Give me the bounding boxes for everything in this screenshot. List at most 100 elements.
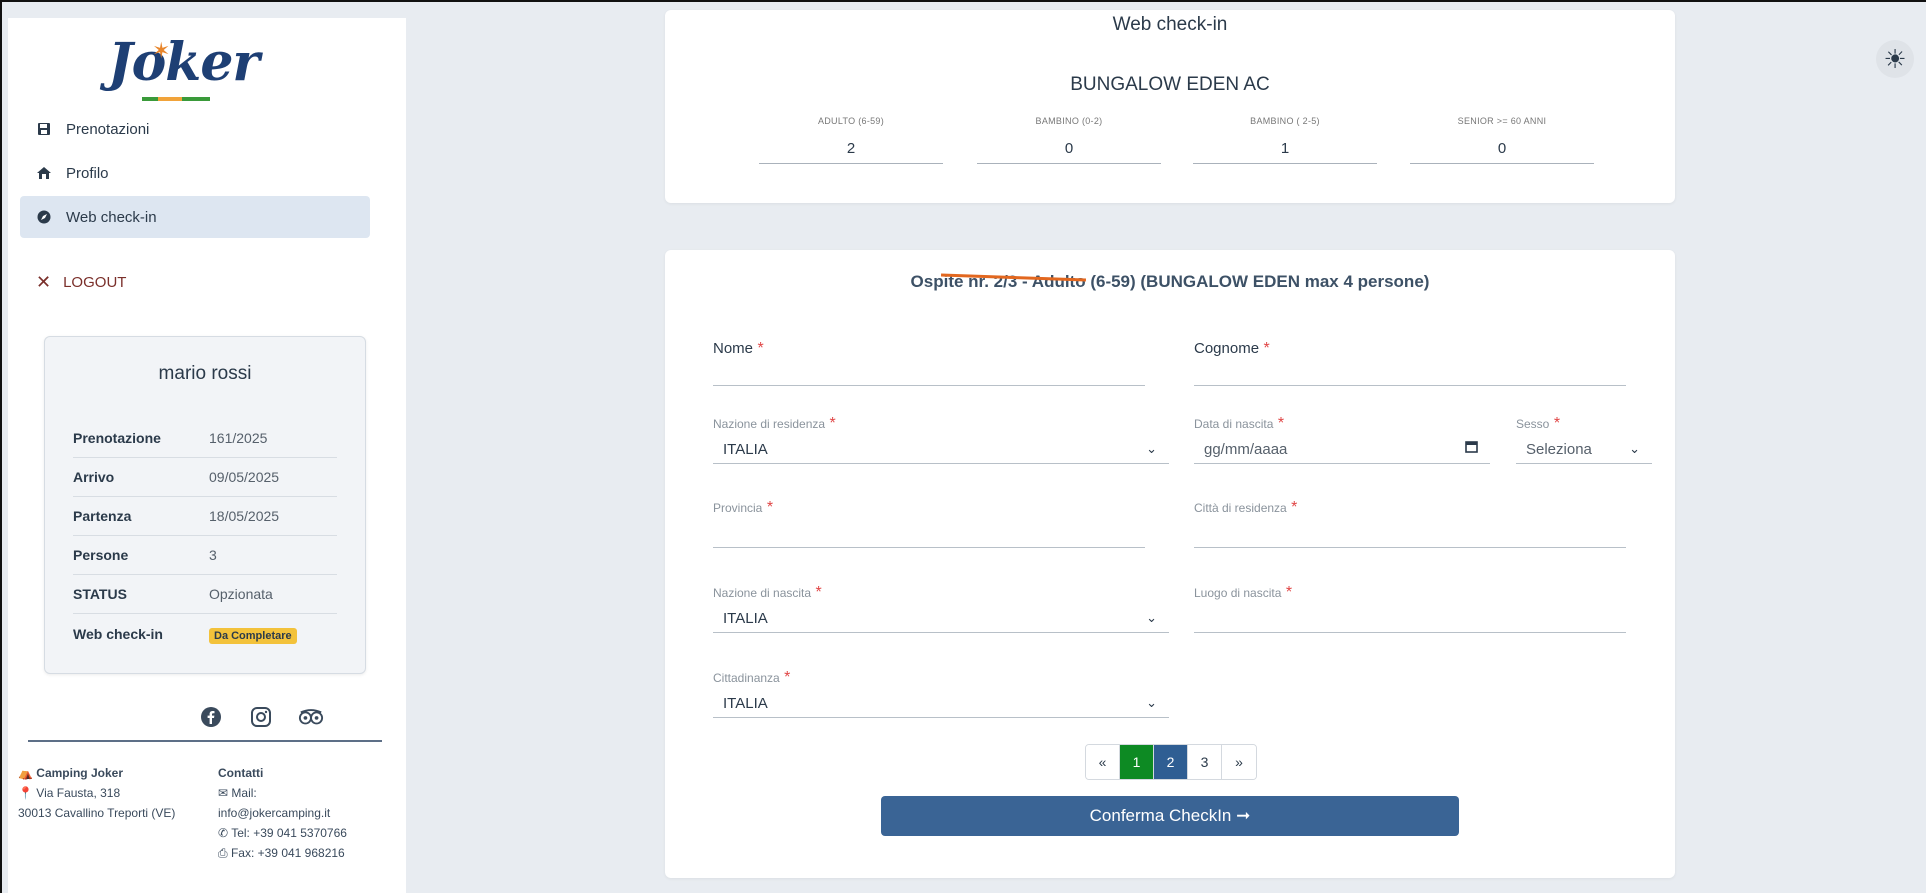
- occupant-senior: SENIOR >= 60 ANNI 0: [1410, 116, 1594, 164]
- info-key: Persone: [73, 547, 129, 563]
- pager-prev[interactable]: «: [1086, 745, 1120, 779]
- user-card: mario rossi Prenotazione 161/2025 Arrivo…: [44, 336, 366, 674]
- phone-icon: ✆: [218, 826, 229, 840]
- status-badge: Da Completare: [209, 627, 297, 644]
- field-underline: [1194, 463, 1490, 464]
- cognome-field[interactable]: Cognome *: [1194, 340, 1626, 386]
- occupant-value: 0: [1410, 140, 1594, 164]
- nazione-residenza-select[interactable]: Nazione di residenza * ITALIA ⌄: [713, 415, 1169, 465]
- select-value: ITALIA: [723, 441, 768, 458]
- data-nascita-input[interactable]: Data di nascita * gg/mm/aaaa: [1194, 415, 1490, 465]
- occupant-adulto: ADULTO (6-59) 2: [759, 116, 943, 164]
- info-row-web-checkin: Web check-in Da Completare: [73, 614, 337, 653]
- occupant-bambino-0-2: BAMBINO (0-2) 0: [977, 116, 1161, 164]
- sidebar-item-web-checkin[interactable]: Web check-in: [20, 196, 370, 238]
- tripadvisor-icon[interactable]: [298, 704, 324, 730]
- camping-title: ⛺ Camping Joker: [18, 766, 123, 780]
- citta-residenza-field[interactable]: Città di residenza *: [1194, 499, 1626, 555]
- checkin-summary-card: Web check-in BUNGALOW EDEN AC ADULTO (6-…: [665, 10, 1675, 203]
- field-underline: [1516, 463, 1652, 464]
- tent-icon: ⛺: [18, 766, 33, 780]
- info-row-prenotazione: Prenotazione 161/2025: [73, 419, 337, 458]
- occupant-label: BAMBINO (0-2): [1035, 116, 1103, 126]
- booking-info-table: Prenotazione 161/2025 Arrivo 09/05/2025 …: [73, 419, 337, 653]
- info-key: Prenotazione: [73, 430, 161, 446]
- sidebar-item-label: Prenotazioni: [66, 120, 150, 138]
- info-key: Web check-in: [73, 625, 163, 642]
- sidebar-item-prenotazioni[interactable]: Prenotazioni: [20, 108, 370, 150]
- select-value: Seleziona: [1526, 441, 1592, 458]
- field-underline: [1194, 547, 1626, 548]
- close-icon: ✕: [36, 272, 52, 292]
- home-icon: [36, 165, 52, 181]
- info-value: 3: [209, 547, 217, 563]
- pager-next[interactable]: »: [1222, 745, 1256, 779]
- field-label: Città di residenza: [1194, 501, 1287, 515]
- field-underline: [1194, 385, 1626, 386]
- pager-page-3[interactable]: 3: [1188, 745, 1222, 779]
- provincia-field[interactable]: Provincia *: [713, 499, 1145, 555]
- info-key: STATUS: [73, 586, 127, 602]
- field-underline: [713, 632, 1169, 633]
- info-row-partenza: Partenza 18/05/2025: [73, 497, 337, 536]
- info-row-arrivo: Arrivo 09/05/2025: [73, 458, 337, 497]
- info-key: Arrivo: [73, 469, 115, 485]
- contacts-title: Contatti: [218, 766, 264, 780]
- field-label: Sesso: [1516, 417, 1550, 431]
- info-value: 161/2025: [209, 430, 268, 446]
- sesso-select[interactable]: Sesso * Seleziona ⌄: [1516, 415, 1652, 465]
- fax-row: ⎙ Fax: +39 041 968216: [218, 846, 345, 860]
- required-mark: *: [1553, 415, 1561, 432]
- luogo-nascita-field[interactable]: Luogo di nascita *: [1194, 584, 1626, 634]
- logout-button[interactable]: ✕ LOGOUT: [36, 272, 126, 293]
- sidebar-item-label: Web check-in: [66, 208, 157, 226]
- address-line2: 30013 Cavallino Treporti (VE): [18, 806, 176, 820]
- required-mark: *: [784, 669, 791, 686]
- user-name: mario rossi: [158, 363, 252, 384]
- occupant-bambino-2-5: BAMBINO ( 2-5) 1: [1193, 116, 1377, 164]
- joker-logo[interactable]: Joker ✶: [108, 32, 260, 101]
- chevron-down-icon: ⌄: [1146, 695, 1157, 710]
- occupant-value: 1: [1193, 140, 1377, 164]
- tel-row[interactable]: ✆ Tel: +39 041 5370766: [218, 823, 398, 843]
- pager-page-1[interactable]: 1: [1120, 745, 1154, 779]
- field-label: Cognome: [1194, 340, 1260, 357]
- confirm-checkin-button[interactable]: Conferma CheckIn ➞: [881, 796, 1459, 836]
- select-value: ITALIA: [723, 610, 768, 627]
- theme-toggle-button[interactable]: ☀: [1876, 40, 1914, 78]
- logo-word: Joker: [108, 32, 260, 93]
- guest-title: Ospite nr. 2/3 - Adulto (6-59) (BUNGALOW…: [910, 272, 1430, 291]
- select-value: ITALIA: [723, 695, 768, 712]
- map-pin-icon: 📍: [18, 786, 33, 800]
- facebook-icon[interactable]: [198, 704, 224, 730]
- sidebar-item-label: Profilo: [66, 164, 109, 182]
- logout-label: LOGOUT: [63, 274, 127, 291]
- mail-link[interactable]: info@jokercamping.it: [218, 803, 398, 823]
- guest-form-card: Ospite nr. 2/3 - Adulto (6-59) (BUNGALOW…: [665, 250, 1675, 878]
- contacts: Contatti ✉ Mail: info@jokercamping.it ✆ …: [218, 763, 398, 863]
- pager-page-2[interactable]: 2: [1154, 745, 1188, 779]
- field-label: Luogo di nascita: [1194, 586, 1282, 600]
- required-mark: *: [815, 584, 822, 601]
- info-row-persone: Persone 3: [73, 536, 337, 575]
- field-label: Cittadinanza: [713, 671, 780, 685]
- star-icon: ✶: [152, 38, 171, 63]
- occupant-label: ADULTO (6-59): [817, 116, 885, 126]
- info-row-status: STATUS Opzionata: [73, 575, 337, 614]
- social-links: [198, 704, 324, 730]
- calendar-icon[interactable]: [1465, 440, 1478, 456]
- required-mark: *: [1291, 499, 1298, 516]
- nazione-nascita-select[interactable]: Nazione di nascita * ITALIA ⌄: [713, 584, 1169, 634]
- field-label: Data di nascita: [1194, 417, 1274, 431]
- field-underline: [713, 385, 1145, 386]
- cittadinanza-select[interactable]: Cittadinanza * ITALIA ⌄: [713, 669, 1169, 719]
- logo-bar-accent: [158, 97, 182, 101]
- field-label: Nome: [713, 340, 754, 357]
- nome-field[interactable]: Nome *: [713, 340, 1145, 386]
- field-label: Nazione di nascita: [713, 586, 812, 600]
- chevron-down-icon: ⌄: [1146, 441, 1157, 456]
- sidebar-item-profilo[interactable]: Profilo: [20, 152, 370, 194]
- compass-icon: [36, 209, 52, 225]
- page-title: Web check-in: [1112, 14, 1228, 35]
- instagram-icon[interactable]: [248, 704, 274, 730]
